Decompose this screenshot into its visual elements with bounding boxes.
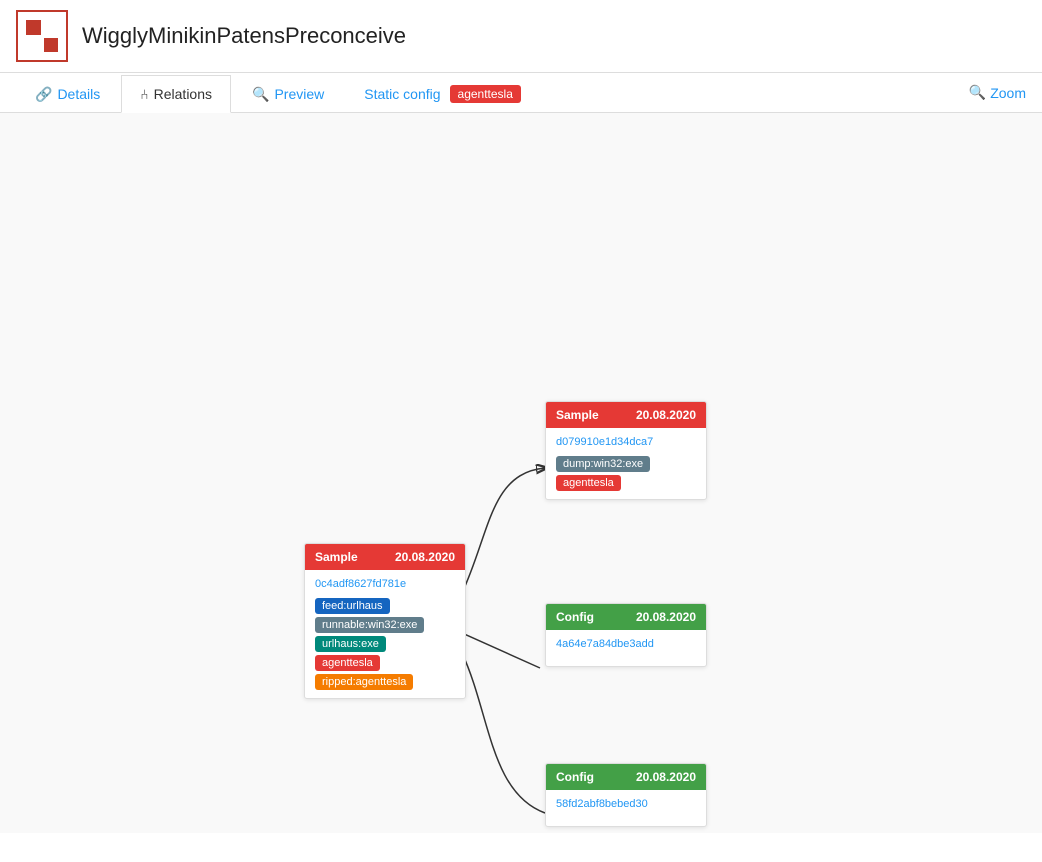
- mid-right-config-node[interactable]: Config 20.08.2020 4a64e7a84dbe3add: [545, 603, 707, 667]
- tag-runnable-win32: runnable:win32:exe: [315, 617, 424, 633]
- bot-right-config-hash[interactable]: 58fd2abf8bebed30: [556, 798, 696, 810]
- tag-urlhaus-exe: urlhaus:exe: [315, 636, 386, 652]
- logo-block-4: [44, 38, 59, 53]
- logo-block-2: [44, 20, 59, 35]
- tab-static-config[interactable]: Static config agenttesla: [345, 74, 540, 113]
- logo-block-3: [26, 38, 41, 53]
- app-title: WigglyMinikinPatensPreconceive: [82, 23, 406, 49]
- connector-lines: [0, 113, 1042, 833]
- logo-block-1: [26, 20, 41, 35]
- tag-dump-win32-exe: dump:win32:exe: [556, 456, 650, 472]
- left-sample-hash[interactable]: 0c4adf8627fd781e: [315, 578, 455, 590]
- wifi-icon: 🔗: [35, 86, 52, 103]
- bot-right-config-node[interactable]: Config 20.08.2020 58fd2abf8bebed30: [545, 763, 707, 827]
- mid-right-config-header: Config 20.08.2020: [546, 604, 706, 630]
- app-logo: [16, 10, 68, 62]
- mid-right-config-body: 4a64e7a84dbe3add: [546, 630, 706, 666]
- left-sample-header: Sample 20.08.2020: [305, 544, 465, 570]
- tag-feed-urlhaus: feed:urlhaus: [315, 598, 390, 614]
- bot-right-config-body: 58fd2abf8bebed30: [546, 790, 706, 826]
- hierarchy-icon: ⑃: [140, 86, 148, 102]
- left-sample-body: 0c4adf8627fd781e feed:urlhaus runnable:w…: [305, 570, 465, 698]
- static-config-badge: agenttesla: [450, 85, 521, 103]
- tag-top-agenttesla: agenttesla: [556, 475, 621, 491]
- tab-bar: 🔗 Details ⑃ Relations 🔍 Preview Static c…: [0, 73, 1042, 113]
- tab-details[interactable]: 🔗 Details: [16, 75, 119, 113]
- top-right-sample-hash[interactable]: d079910e1d34dca7: [556, 436, 696, 448]
- top-right-sample-header: Sample 20.08.2020: [546, 402, 706, 428]
- zoom-search-icon: 🔍: [969, 84, 986, 101]
- tag-ripped-agenttesla: ripped:agenttesla: [315, 674, 413, 690]
- main-content: Sample 20.08.2020 0c4adf8627fd781e feed:…: [0, 113, 1042, 833]
- left-sample-tags: feed:urlhaus runnable:win32:exe urlhaus:…: [315, 598, 455, 690]
- app-header: WigglyMinikinPatensPreconceive: [0, 0, 1042, 73]
- tag-agenttesla: agenttesla: [315, 655, 380, 671]
- search-icon: 🔍: [252, 86, 269, 103]
- left-sample-node[interactable]: Sample 20.08.2020 0c4adf8627fd781e feed:…: [304, 543, 466, 699]
- top-right-sample-body: d079910e1d34dca7 dump:win32:exe agenttes…: [546, 428, 706, 499]
- top-right-sample-node[interactable]: Sample 20.08.2020 d079910e1d34dca7 dump:…: [545, 401, 707, 500]
- tab-relations[interactable]: ⑃ Relations: [121, 75, 231, 113]
- top-right-sample-tags: dump:win32:exe agenttesla: [556, 456, 696, 491]
- zoom-button[interactable]: 🔍 Zoom: [969, 84, 1026, 101]
- mid-right-config-hash[interactable]: 4a64e7a84dbe3add: [556, 638, 696, 650]
- tab-preview[interactable]: 🔍 Preview: [233, 75, 343, 113]
- bot-right-config-header: Config 20.08.2020: [546, 764, 706, 790]
- graph-area: Sample 20.08.2020 0c4adf8627fd781e feed:…: [0, 113, 1042, 833]
